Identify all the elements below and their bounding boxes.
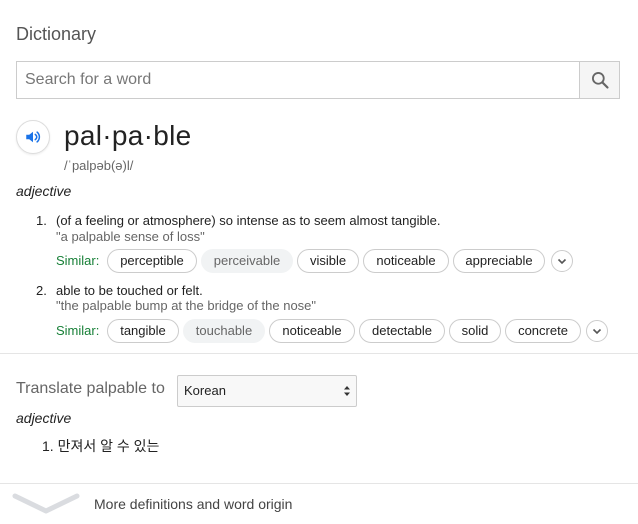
synonym-chip[interactable]: solid bbox=[449, 319, 501, 343]
headword: pal·pa·ble bbox=[64, 120, 192, 151]
similar-label: Similar: bbox=[56, 253, 100, 268]
section-divider bbox=[0, 353, 638, 354]
synonym-chip[interactable]: perceptible bbox=[107, 249, 197, 273]
translation-text: 만져서 알 수 있는 bbox=[57, 438, 160, 454]
language-select-value: Korean bbox=[184, 383, 226, 398]
chevron-down-icon bbox=[557, 258, 567, 265]
definition-example: "the palpable bump at the bridge of the … bbox=[56, 298, 317, 313]
chevron-down-icon bbox=[12, 493, 80, 514]
search-button[interactable] bbox=[579, 62, 619, 98]
synonym-chip[interactable]: concrete bbox=[505, 319, 581, 343]
dictionary-card: Dictionary pal·pa·ble /ˈpalpəb(ə)l/ adje… bbox=[0, 0, 638, 524]
definition-example: "a palpable sense of loss" bbox=[56, 229, 205, 244]
chevron-down-icon bbox=[592, 328, 602, 335]
language-select[interactable]: Korean bbox=[177, 375, 357, 407]
similar-label: Similar: bbox=[56, 323, 100, 338]
synonym-chip[interactable]: detectable bbox=[359, 319, 445, 343]
expand-synonyms-button[interactable] bbox=[551, 250, 573, 272]
speaker-icon bbox=[26, 131, 41, 143]
translation-result: 1. 만져서 알 수 있는 bbox=[42, 436, 159, 456]
translate-label: Translate palpable to bbox=[16, 380, 165, 397]
synonym-chip[interactable]: noticeable bbox=[363, 249, 449, 273]
pronounce-button[interactable] bbox=[16, 120, 50, 154]
part-of-speech: adjective bbox=[16, 183, 72, 199]
search-input[interactable] bbox=[17, 62, 579, 98]
synonym-chip[interactable]: noticeable bbox=[269, 319, 355, 343]
synonym-chip[interactable]: appreciable bbox=[453, 249, 545, 273]
more-definitions-link[interactable]: More definitions and word origin bbox=[0, 484, 638, 524]
definition-number: 1. bbox=[36, 213, 47, 228]
definition-number: 2. bbox=[36, 283, 47, 298]
synonym-chip[interactable]: visible bbox=[297, 249, 359, 273]
synonym-chip[interactable]: tangible bbox=[107, 319, 179, 343]
sort-arrows-icon bbox=[344, 386, 350, 396]
translate-part-of-speech: adjective bbox=[16, 410, 72, 426]
card-title: Dictionary bbox=[16, 24, 97, 44]
translation-number: 1. bbox=[42, 438, 54, 454]
more-definitions-label: More definitions and word origin bbox=[94, 496, 293, 512]
definition-text: able to be touched or felt. bbox=[56, 283, 203, 298]
search-box bbox=[16, 61, 620, 99]
expand-synonyms-button[interactable] bbox=[586, 320, 608, 342]
synonym-chip[interactable]: perceivable bbox=[201, 249, 293, 273]
definition-text: (of a feeling or atmosphere) so intense … bbox=[56, 213, 441, 228]
search-icon bbox=[591, 72, 609, 89]
phonetic-spelling: /ˈpalpəb(ə)l/ bbox=[64, 158, 134, 173]
synonym-chip[interactable]: touchable bbox=[183, 319, 265, 343]
